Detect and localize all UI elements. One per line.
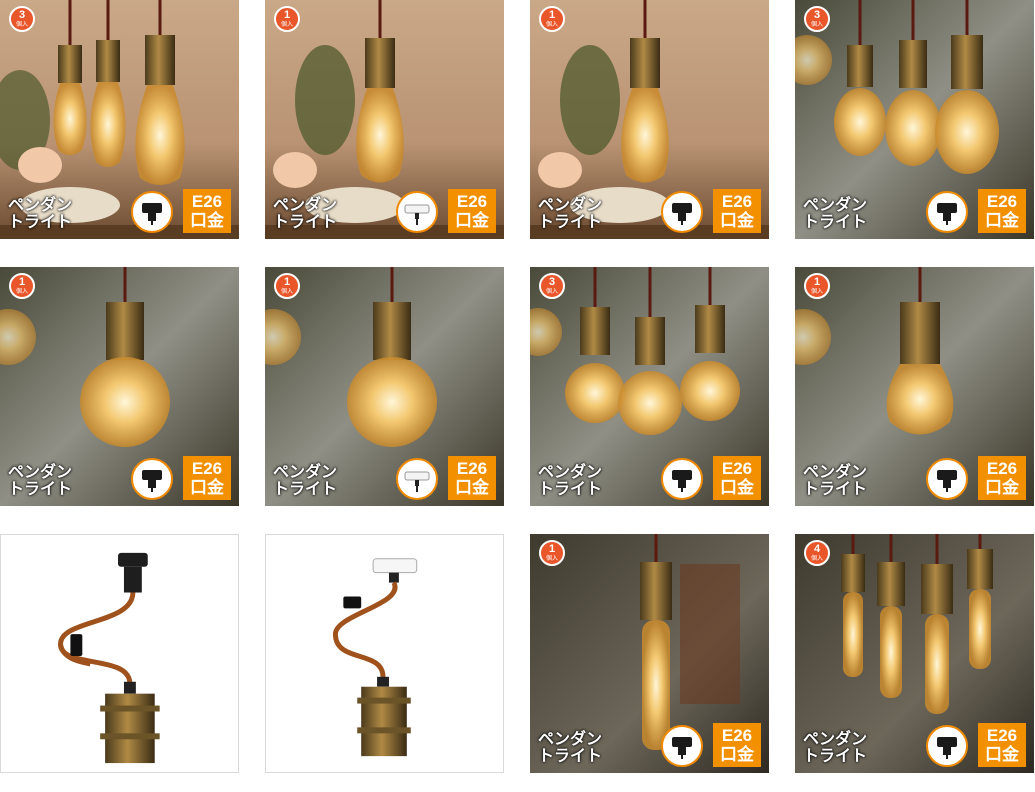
quantity-badge: 1 個入 xyxy=(539,6,565,32)
black-rail-adapter-icon xyxy=(661,725,703,767)
product-tile-pendant-1-globe-white[interactable]: 1 個入 ペンダン トライト E26 口金 xyxy=(265,267,504,506)
white-ceiling-adapter-icon xyxy=(396,458,438,500)
white-ceiling-adapter-icon xyxy=(396,191,438,233)
black-rail-adapter-icon xyxy=(131,458,173,500)
black-rail-adapter-icon xyxy=(661,458,703,500)
black-rail-adapter-icon xyxy=(926,191,968,233)
e26-socket-badge: E26 口金 xyxy=(448,189,496,233)
e26-socket-badge: E26 口金 xyxy=(183,189,231,233)
black-rail-adapter-icon xyxy=(661,191,703,233)
e26-socket-badge: E26 口金 xyxy=(448,456,496,500)
product-tile-pendant-3pack-globe[interactable]: 3 個入 ペンダン トライト E26 口金 xyxy=(530,267,769,506)
quantity-badge: 4 個入 xyxy=(804,540,830,566)
black-rail-adapter-icon xyxy=(131,191,173,233)
product-type-label: ペンダン トライト xyxy=(273,197,338,231)
product-tile-pendant-1-teardrop-white[interactable]: 1 個入 ペンダン トライト E26 口金 xyxy=(265,0,504,239)
black-rail-adapter-icon xyxy=(926,458,968,500)
product-tile-pendant-1-globe-black[interactable]: 1 個入 ペンダン トライト E26 口金 xyxy=(0,267,239,506)
e26-socket-badge: E26 口金 xyxy=(183,456,231,500)
e26-socket-badge: E26 口金 xyxy=(713,189,761,233)
product-type-label: ペンダン トライト xyxy=(803,464,868,498)
quantity-badge: 3 個入 xyxy=(804,6,830,32)
product-image-grid: 3 個入 ペンダン トライト E26 口金 1 個入 ペンダン トライト E26… xyxy=(0,0,1035,792)
product-type-label: ペンダン トライト xyxy=(538,464,603,498)
product-type-label: ペンダン トライト xyxy=(273,464,338,498)
pendant-cord-white-ceiling-photo xyxy=(332,558,418,757)
product-tile-pendant-1-tube[interactable]: 1 個入 ペンダン トライト E26 口金 xyxy=(530,534,769,773)
quantity-badge: 3 個入 xyxy=(9,6,35,32)
e26-socket-badge: E26 口金 xyxy=(978,189,1026,233)
quantity-badge: 1 個入 xyxy=(804,273,830,299)
black-rail-adapter-icon xyxy=(926,725,968,767)
product-type-label: ペンダン トライト xyxy=(803,731,868,765)
badge-unit: 個入 xyxy=(15,22,28,28)
product-type-label: ペンダン トライト xyxy=(538,197,603,231)
e26-socket-badge: E26 口金 xyxy=(713,723,761,767)
badge-count: 3 xyxy=(18,9,26,21)
product-tile-pendant-3pack-teardrop[interactable]: 3 個入 ペンダン トライト E26 口金 xyxy=(0,0,239,239)
e26-socket-badge: E26 口金 xyxy=(978,456,1026,500)
pendant-cord-black-rail-photo xyxy=(58,552,160,764)
product-tile-pendant-4pack-tube[interactable]: 4 個入 ペンダン トライト E26 口金 xyxy=(795,534,1034,773)
product-tile-cord-white-ceiling[interactable] xyxy=(265,534,504,773)
product-tile-cord-black-rail[interactable] xyxy=(0,534,239,773)
product-type-label: ペンダン トライト xyxy=(8,464,73,498)
product-tile-pendant-1-teardrop-black[interactable]: 1 個入 ペンダン トライト E26 口金 xyxy=(530,0,769,239)
quantity-badge: 1 個入 xyxy=(274,273,300,299)
product-type-label: ペンダン トライト xyxy=(8,197,73,231)
product-tile-pendant-3pack-round[interactable]: 3 個入 ペンダン トライト E26 口金 xyxy=(795,0,1034,239)
product-tile-pendant-1-round[interactable]: 1 個入 ペンダン トライト E26 口金 xyxy=(795,267,1034,506)
quantity-badge: 3 個入 xyxy=(539,273,565,299)
quantity-badge: 1 個入 xyxy=(9,273,35,299)
product-type-label: ペンダン トライト xyxy=(538,731,603,765)
e26-socket-badge: E26 口金 xyxy=(978,723,1026,767)
product-type-label: ペンダン トライト xyxy=(803,197,868,231)
e26-socket-badge: E26 口金 xyxy=(713,456,761,500)
quantity-badge: 1 個入 xyxy=(539,540,565,566)
quantity-badge: 1 個入 xyxy=(274,6,300,32)
